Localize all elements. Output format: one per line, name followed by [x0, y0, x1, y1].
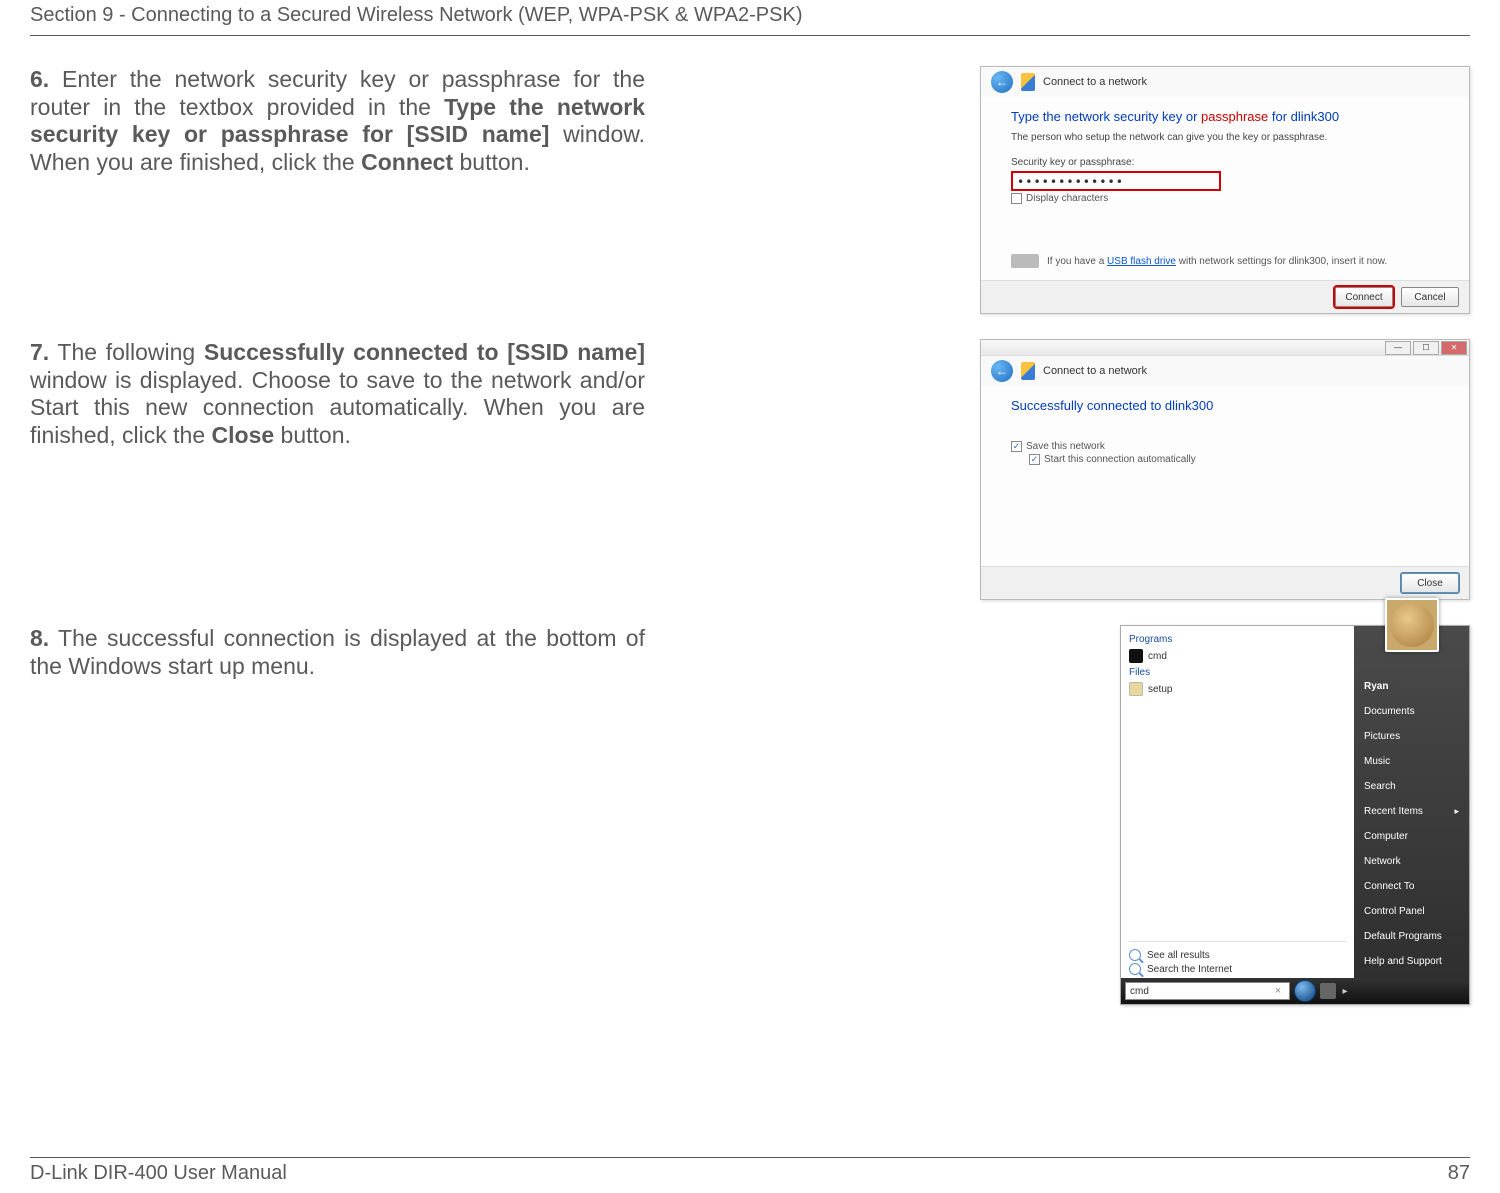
cmd-icon [1129, 649, 1143, 663]
lock-icon[interactable] [1320, 983, 1336, 999]
save-network-checkbox[interactable] [1011, 441, 1022, 452]
sidebar-item-search[interactable]: Search [1364, 776, 1459, 797]
step-6-row: 6. Enter the network security key or pas… [30, 66, 1470, 314]
dialog-title-c: for dlink300 [1272, 109, 1339, 124]
sidebar-item-connect-to[interactable]: Connect To [1364, 876, 1459, 897]
step-8-row: 8. The successful connection is displaye… [30, 625, 1470, 1005]
step-7-row: 7. The following Successfully connected … [30, 339, 1470, 600]
success-title: Successfully connected to dlink300 [1011, 398, 1439, 413]
close-window-button[interactable]: ✕ [1441, 341, 1467, 355]
sidebar-item-recent[interactable]: Recent Items ▸ [1364, 801, 1459, 822]
step-8-text: 8. The successful connection is displaye… [30, 625, 645, 680]
auto-start-label: Start this connection automatically [1044, 454, 1196, 465]
step-8-p1: The successful connection is displayed a… [30, 625, 645, 679]
dialog-subtext: The person who setup the network can giv… [1011, 132, 1439, 143]
divider [1129, 941, 1346, 942]
usb-hint-a: If you have a [1047, 256, 1107, 267]
step-6-p3: button. [453, 149, 530, 175]
start-menu: Programs cmd Files setup [1120, 625, 1470, 1005]
maximize-button[interactable]: ☐ [1413, 341, 1439, 355]
program-item-cmd[interactable]: cmd [1129, 647, 1346, 665]
programs-heading: Programs [1129, 634, 1346, 645]
file-item-setup[interactable]: setup [1129, 680, 1346, 698]
usb-icon [1011, 254, 1039, 268]
connect-button[interactable]: Connect [1335, 287, 1393, 307]
step-6-text: 6. Enter the network security key or pas… [30, 66, 645, 176]
start-menu-left: Programs cmd Files setup [1121, 626, 1354, 978]
setup-icon [1129, 682, 1143, 696]
step-7-p3: button. [274, 422, 351, 448]
dialog-title-b: passphrase [1201, 109, 1272, 124]
dialog-nav: ← Connect to a network [981, 356, 1469, 386]
step-8-screenshot: Programs cmd Files setup [990, 625, 1470, 1005]
step-8-number: 8. [30, 625, 49, 651]
footer-left: D-Link DIR-400 User Manual [30, 1162, 287, 1185]
step-6-number: 6. [30, 66, 49, 92]
chevron-right-icon[interactable]: ▸ [1340, 983, 1350, 999]
step-6-b2: Connect [361, 149, 453, 175]
power-button[interactable] [1294, 980, 1316, 1002]
sidebar-item-user[interactable]: Ryan [1364, 676, 1459, 697]
dialog-nav-label: Connect to a network [1043, 365, 1147, 377]
cancel-button[interactable]: Cancel [1401, 287, 1459, 307]
field-label: Security key or passphrase: [1011, 157, 1439, 168]
titlebar: — ☐ ✕ [981, 340, 1469, 356]
search-icon [1129, 963, 1141, 975]
close-button[interactable]: Close [1401, 573, 1459, 593]
sidebar-item-documents[interactable]: Documents [1364, 701, 1459, 722]
search-internet[interactable]: Search the Internet [1129, 962, 1346, 976]
display-characters-label: Display characters [1026, 193, 1108, 204]
step-7-p1: The following [49, 339, 204, 365]
sidebar-item-control-panel[interactable]: Control Panel [1364, 901, 1459, 922]
see-all-results[interactable]: See all results [1129, 948, 1346, 962]
search-input-value: cmd [1130, 986, 1149, 997]
taskbar: cmd × ▸ [1121, 978, 1469, 1004]
search-internet-label: Search the Internet [1147, 964, 1232, 975]
program-cmd-label: cmd [1148, 651, 1167, 662]
sidebar-item-computer[interactable]: Computer [1364, 826, 1459, 847]
step-7-b2: Close [212, 422, 275, 448]
shield-icon [1021, 73, 1035, 91]
section-header: Section 9 - Connecting to a Secured Wire… [30, 0, 1470, 36]
files-heading: Files [1129, 667, 1346, 678]
file-setup-label: setup [1148, 684, 1172, 695]
dialog-success: — ☐ ✕ ← Connect to a network Successfull… [980, 339, 1470, 600]
clear-icon[interactable]: × [1271, 984, 1285, 998]
dialog-title-a: Type the network security key or [1011, 109, 1201, 124]
step-7-screenshot: — ☐ ✕ ← Connect to a network Successfull… [645, 339, 1470, 600]
usb-link[interactable]: USB flash drive [1107, 256, 1176, 267]
sidebar-item-music[interactable]: Music [1364, 751, 1459, 772]
start-menu-right: Ryan Documents Pictures Music Search Rec… [1354, 626, 1469, 978]
back-icon[interactable]: ← [991, 360, 1013, 382]
footer-page-number: 87 [1448, 1162, 1470, 1185]
step-7-b1: Successfully connected to [SSID name] [204, 339, 645, 365]
dialog-nav-label: Connect to a network [1043, 76, 1147, 88]
sidebar-item-default-programs[interactable]: Default Programs [1364, 926, 1459, 947]
recent-label: Recent Items [1364, 806, 1423, 817]
sidebar-item-pictures[interactable]: Pictures [1364, 726, 1459, 747]
usb-hint-b: with network settings for dlink300, inse… [1176, 256, 1387, 267]
auto-start-checkbox[interactable] [1029, 454, 1040, 465]
start-search-input[interactable]: cmd × [1125, 982, 1290, 1000]
step-6-screenshot: ← Connect to a network Type the network … [645, 66, 1470, 314]
search-icon [1129, 949, 1141, 961]
back-icon[interactable]: ← [991, 71, 1013, 93]
avatar [1385, 598, 1439, 652]
shield-icon [1021, 362, 1035, 380]
usb-hint: If you have a USB flash drive with netwo… [1047, 256, 1387, 267]
step-7-number: 7. [30, 339, 49, 365]
see-all-label: See all results [1147, 950, 1210, 961]
dialog-nav: ← Connect to a network [981, 67, 1469, 97]
save-network-label: Save this network [1026, 441, 1105, 452]
chevron-right-icon: ▸ [1454, 806, 1459, 817]
security-key-input[interactable]: ••••••••••••• [1011, 171, 1221, 191]
sidebar-item-network[interactable]: Network [1364, 851, 1459, 872]
step-7-text: 7. The following Successfully connected … [30, 339, 645, 449]
page-footer: D-Link DIR-400 User Manual 87 [30, 1157, 1470, 1185]
sidebar-item-help[interactable]: Help and Support [1364, 951, 1459, 972]
minimize-button[interactable]: — [1385, 341, 1411, 355]
dialog-title: Type the network security key or passphr… [1011, 109, 1439, 124]
dialog-security-key: ← Connect to a network Type the network … [980, 66, 1470, 314]
display-characters-checkbox[interactable] [1011, 193, 1022, 204]
